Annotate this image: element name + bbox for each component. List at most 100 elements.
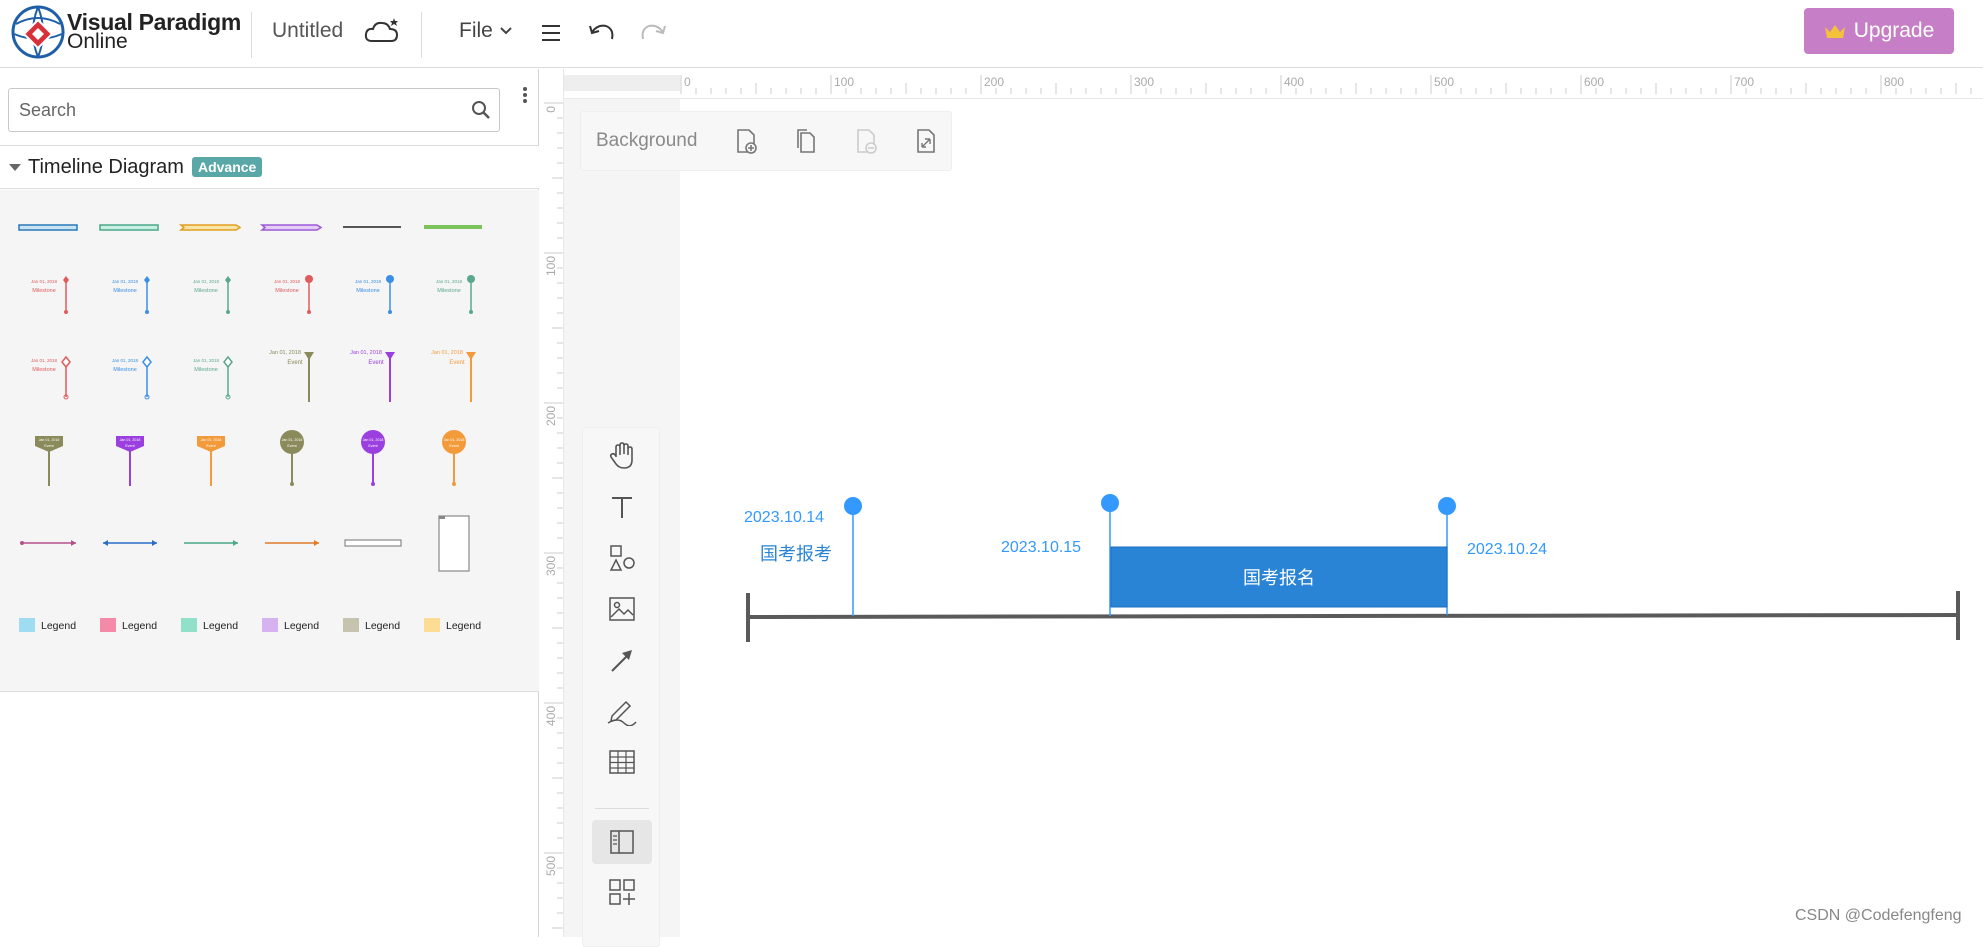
- legend-shape[interactable]: Legend: [257, 590, 327, 660]
- svg-text:Jan 01, 2018: Jan 01, 2018: [269, 350, 301, 356]
- logo-icon[interactable]: [10, 4, 66, 60]
- milestone-shape[interactable]: Jan 01, 2018 Milestone: [338, 256, 408, 326]
- menu-icon: [542, 25, 560, 41]
- timeline-line-shape[interactable]: [419, 192, 489, 262]
- upgrade-button[interactable]: Upgrade: [1804, 8, 1954, 54]
- search-box: [8, 88, 500, 132]
- shape-library-panel: Timeline Diagram Advance Jan 01, 2018 Mil…: [0, 69, 539, 937]
- legend-shape[interactable]: Legend: [419, 590, 489, 660]
- milestone-pin-head[interactable]: [1101, 494, 1119, 512]
- search-input[interactable]: [9, 89, 449, 131]
- milestone-shape[interactable]: Jan 01, 2018 Milestone: [176, 338, 246, 408]
- svg-text:Event: Event: [449, 444, 458, 448]
- timeline-line-shape[interactable]: [338, 192, 408, 262]
- svg-text:Jan 01, 2018: Jan 01, 2018: [350, 350, 382, 356]
- event-shape[interactable]: Jan 01, 2018 Event: [338, 338, 408, 408]
- redo-icon: [641, 24, 666, 40]
- divider: [251, 12, 252, 58]
- diagram-canvas[interactable]: 0 100 200 300 400 500 600 700 800 0 100 200 300 400 5…: [540, 69, 1983, 947]
- period-bar-label[interactable]: 国考报名: [1111, 564, 1447, 590]
- shape-grid: Jan 01, 2018 Milestone Jan 01, 2018 Milesto…: [0, 190, 539, 692]
- redo-button[interactable]: [636, 16, 670, 50]
- svg-text:Legend: Legend: [41, 620, 76, 632]
- svg-text:Jan 01, 2018: Jan 01, 2018: [282, 438, 303, 442]
- span-connector-shape[interactable]: [95, 508, 165, 578]
- milestone-label[interactable]: 国考报考: [760, 540, 832, 566]
- svg-text:Jan 01, 2018: Jan 01, 2018: [120, 438, 141, 442]
- svg-text:Event: Event: [206, 444, 215, 448]
- span-connector-shape[interactable]: [176, 508, 246, 578]
- svg-text:Event: Event: [44, 444, 53, 448]
- milestone-shape[interactable]: Jan 01, 2018 Milestone: [95, 256, 165, 326]
- svg-text:Milestone: Milestone: [194, 367, 218, 373]
- legend-shape[interactable]: Legend: [95, 590, 165, 660]
- svg-text:Milestone: Milestone: [437, 288, 461, 294]
- legend-shape[interactable]: Legend: [14, 590, 84, 660]
- event-shape[interactable]: Jan 01, 2018 Event: [257, 338, 327, 408]
- svg-text:Jan 01, 2018: Jan 01, 2018: [31, 279, 58, 284]
- milestone-shape[interactable]: Jan 01, 2018 Milestone: [419, 256, 489, 326]
- watermark: CSDN @Codefengfeng: [1795, 907, 1962, 924]
- category-header[interactable]: Timeline Diagram Advance: [0, 145, 539, 189]
- menu-button[interactable]: [534, 16, 568, 50]
- milestone-shape[interactable]: Jan 01, 2018 Milestone: [95, 338, 165, 408]
- crown-icon: [1824, 25, 1845, 38]
- svg-text:Milestone: Milestone: [113, 288, 137, 294]
- event-shape[interactable]: Jan 01, 2018 Event: [419, 338, 489, 408]
- legend-shape[interactable]: Legend: [176, 590, 246, 660]
- event-shape[interactable]: Jan 01, 2018 Event: [257, 422, 327, 492]
- svg-text:Jan 01, 2018: Jan 01, 2018: [31, 358, 58, 363]
- milestone-shape[interactable]: Jan 01, 2018 Milestone: [257, 256, 327, 326]
- milestone-shape[interactable]: Jan 01, 2018 Milestone: [14, 338, 84, 408]
- svg-text:Jan 01, 2018: Jan 01, 2018: [363, 438, 384, 442]
- event-shape[interactable]: Jan 01, 2018 Event: [338, 422, 408, 492]
- svg-text:Jan 01, 2018: Jan 01, 2018: [274, 279, 301, 284]
- chevron-down-icon: [500, 27, 512, 35]
- period-bar-shape[interactable]: [338, 508, 408, 578]
- span-connector-shape[interactable]: [257, 508, 327, 578]
- svg-text:Event: Event: [287, 444, 296, 448]
- timeline-bar-shape[interactable]: [14, 192, 84, 262]
- event-shape[interactable]: Jan 01, 2018 Event: [176, 422, 246, 492]
- svg-text:Jan 01, 2018: Jan 01, 2018: [201, 438, 222, 442]
- undo-icon: [589, 24, 614, 40]
- category-title: Timeline Diagram: [28, 155, 184, 178]
- brand-subtitle: Online: [67, 30, 128, 53]
- file-menu-label: File: [459, 19, 493, 42]
- document-title[interactable]: Untitled: [272, 19, 343, 43]
- file-menu[interactable]: File: [459, 19, 513, 43]
- search-icon[interactable]: [471, 100, 491, 120]
- milestone-shape[interactable]: Jan 01, 2018 Milestone: [176, 256, 246, 326]
- container-shape[interactable]: [419, 508, 489, 578]
- svg-text:Legend: Legend: [203, 620, 238, 632]
- svg-text:Milestone: Milestone: [194, 288, 218, 294]
- svg-text:Legend: Legend: [122, 620, 157, 632]
- svg-text:Milestone: Milestone: [32, 367, 56, 373]
- svg-text:Legend: Legend: [446, 620, 481, 632]
- top-bar: Visual Paradigm Online Untitled File Upg…: [0, 0, 1983, 68]
- timeline-axis[interactable]: [747, 613, 1959, 619]
- milestone-date[interactable]: 2023.10.14: [744, 509, 824, 527]
- undo-button[interactable]: [585, 16, 619, 50]
- svg-text:Milestone: Milestone: [113, 367, 137, 373]
- legend-shape[interactable]: Legend: [338, 590, 408, 660]
- span-connector-shape[interactable]: [14, 508, 84, 578]
- timeline-bar-shape[interactable]: [95, 192, 165, 262]
- svg-text:Jan 01, 2018: Jan 01, 2018: [431, 350, 463, 356]
- milestone-pin-head[interactable]: [1438, 497, 1456, 515]
- timeline-arrow-shape[interactable]: [257, 192, 327, 262]
- milestone-pin-head[interactable]: [844, 497, 862, 515]
- svg-text:Jan 01, 2018: Jan 01, 2018: [112, 279, 139, 284]
- panel-options-icon[interactable]: [520, 85, 530, 109]
- svg-text:Milestone: Milestone: [356, 288, 380, 294]
- event-shape[interactable]: Jan 01, 2018 Event: [14, 422, 84, 492]
- timeline-arrow-shape[interactable]: [176, 192, 246, 262]
- milestone-date[interactable]: 2023.10.24: [1467, 541, 1547, 559]
- cloud-icon[interactable]: [363, 15, 401, 47]
- milestone-shape[interactable]: Jan 01, 2018 Milestone: [14, 256, 84, 326]
- svg-text:Legend: Legend: [365, 620, 400, 632]
- event-shape[interactable]: Jan 01, 2018 Event: [95, 422, 165, 492]
- milestone-date[interactable]: 2023.10.15: [1001, 539, 1081, 557]
- event-shape[interactable]: Jan 01, 2018 Event: [419, 422, 489, 492]
- svg-text:Event: Event: [449, 360, 465, 366]
